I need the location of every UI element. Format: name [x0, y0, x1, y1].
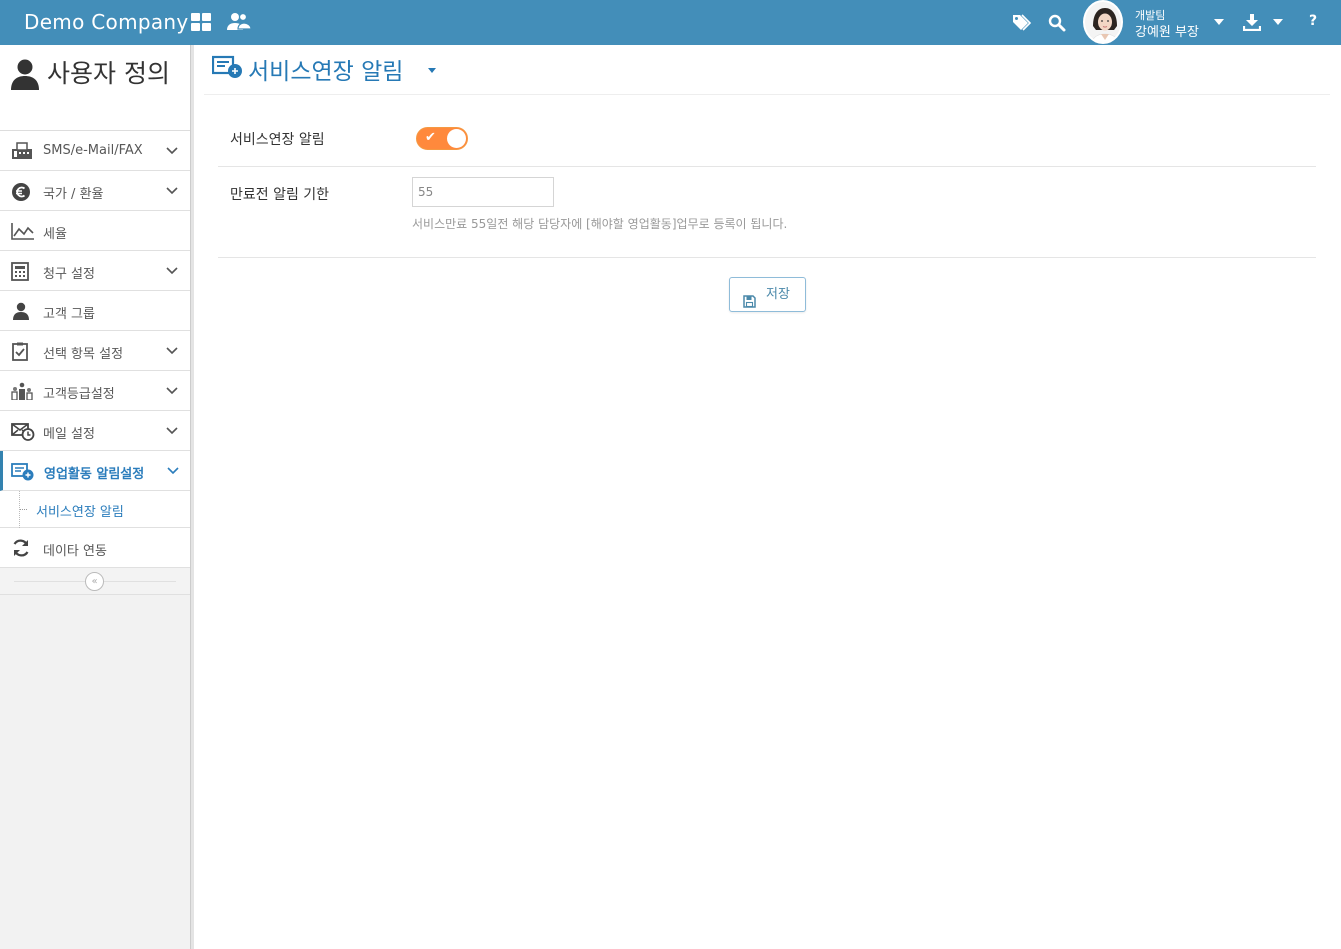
download-icon[interactable] [1242, 13, 1262, 35]
tree-branch [20, 509, 27, 510]
top-navbar: Demo Company 개발팀 강예원 부장 ? [0, 0, 1341, 45]
sidebar-item-label: 세율 [43, 227, 67, 242]
user-avatar[interactable] [1083, 0, 1123, 44]
ranking-icon [11, 382, 33, 401]
apps-grid-icon[interactable] [191, 13, 211, 31]
form-row-toggle: 서비스연장 알림 ✔ [218, 110, 1316, 167]
sidebar-subitem-service-extension[interactable]: 서비스연장 알림 [0, 491, 190, 528]
sidebar-item-label: 선택 항목 설정 [43, 347, 124, 362]
sidebar-item-select-options[interactable]: 선택 항목 설정 [0, 331, 190, 371]
tags-icon[interactable] [1012, 14, 1032, 35]
toggle-knob [447, 129, 466, 148]
user-icon [11, 302, 33, 320]
sidebar-item-mail-settings[interactable]: 메일 설정 [0, 411, 190, 451]
sidebar-item-customer-group[interactable]: 고객 그룹 [0, 291, 190, 331]
deadline-days-input[interactable] [412, 177, 554, 207]
brand-name[interactable]: Demo Company [24, 10, 189, 34]
sidebar-item-label: 청구 설정 [43, 267, 95, 282]
chevron-down-icon [166, 264, 178, 279]
chevron-down-icon [166, 184, 178, 199]
sidebar-item-label: SMS/e-Mail/FAX [43, 143, 143, 158]
sidebar-item-label: 영업활동 알림설정 [44, 467, 145, 482]
chevron-down-icon [167, 464, 179, 479]
sidebar-item-sms[interactable]: SMS/e-Mail/FAX [0, 131, 190, 171]
sidebar-item-label: 고객 그룹 [43, 307, 95, 322]
service-alert-toggle[interactable]: ✔ [416, 127, 468, 150]
checklist-icon [11, 342, 33, 361]
chevron-down-icon [166, 384, 178, 399]
fax-icon [11, 142, 33, 160]
users-icon[interactable] [227, 12, 252, 36]
form-row-deadline: 만료전 알림 기한 서비스만료 55일전 해당 담당자에 [해야할 영업활동]업… [218, 167, 1316, 258]
sidebar-item-data-sync[interactable]: 데이타 연동 [0, 528, 190, 568]
notification-icon [11, 462, 34, 481]
floppy-disk-icon [743, 288, 756, 321]
sidebar-item-billing[interactable]: 청구 설정 [0, 251, 190, 291]
user-name[interactable]: 강예원 부장 [1135, 21, 1199, 40]
refresh-icon [11, 539, 33, 557]
sidebar-title: 사용자 정의 [47, 59, 170, 88]
download-menu-caret-icon[interactable] [1273, 19, 1283, 25]
save-button-label: 저장 [766, 287, 790, 302]
search-icon[interactable] [1048, 14, 1066, 36]
sidebar-item-label: 메일 설정 [43, 427, 95, 442]
sidebar-subitem-label: 서비스연장 알림 [36, 505, 124, 520]
page-header: 서비스연장 알림 [204, 45, 1330, 95]
line-chart-icon [11, 222, 34, 240]
deadline-help-text: 서비스만료 55일전 해당 담당자에 [해야할 영업활동]업무로 등록이 됩니다… [412, 217, 788, 231]
chevron-down-icon [166, 344, 178, 359]
chevron-down-icon [166, 144, 178, 159]
calculator-icon [11, 262, 33, 281]
user-menu-caret-icon[interactable] [1214, 19, 1224, 25]
toggle-label: 서비스연장 알림 [230, 132, 325, 148]
sidebar-item-sales-alerts[interactable]: 영업활동 알림설정 [0, 451, 190, 491]
sidebar: 사용자 정의 SMS/e-Mail/FAX 국가 / 환율 세율 청구 설정 고… [0, 45, 191, 949]
chevron-down-icon [166, 424, 178, 439]
sidebar-item-label: 고객등급설정 [43, 387, 115, 402]
sidebar-header: 사용자 정의 [0, 45, 190, 131]
page-title[interactable]: 서비스연장 알림 [248, 52, 403, 86]
euro-icon [11, 182, 33, 201]
double-chevron-left-icon[interactable]: « [85, 572, 104, 591]
sidebar-item-label: 데이타 연동 [43, 544, 107, 559]
sidebar-item-label: 국가 / 환율 [43, 187, 104, 202]
caret-down-icon[interactable] [428, 68, 436, 73]
save-button[interactable]: 저장 [729, 277, 806, 312]
mail-clock-icon [11, 422, 35, 441]
sidebar-item-tax[interactable]: 세율 [0, 211, 190, 251]
deadline-label: 만료전 알림 기한 [230, 187, 330, 203]
sidebar-item-customer-grade[interactable]: 고객등급설정 [0, 371, 190, 411]
notification-icon [211, 55, 244, 83]
sidebar-collapse-row: « [0, 568, 190, 595]
sidebar-item-currency[interactable]: 국가 / 환율 [0, 171, 190, 211]
help-icon[interactable]: ? [1309, 13, 1317, 29]
check-icon: ✔ [425, 130, 436, 145]
sidebar-edge [191, 45, 194, 949]
